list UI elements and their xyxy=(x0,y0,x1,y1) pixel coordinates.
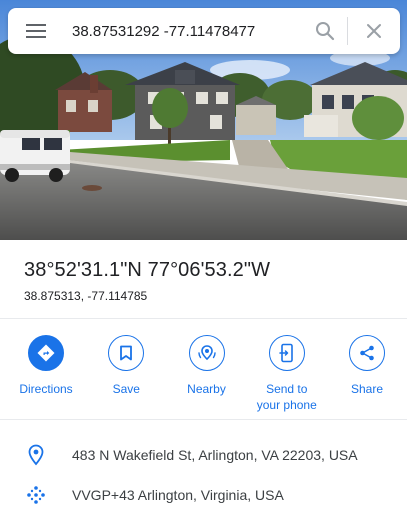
nearby-label: Nearby xyxy=(187,382,226,396)
coordinates-decimal: 38.875313, -77.114785 xyxy=(24,289,148,303)
plus-code-icon xyxy=(27,486,45,504)
share-icon xyxy=(360,345,374,361)
nearby-button[interactable]: Nearby xyxy=(173,335,241,413)
directions-label: Directions xyxy=(19,382,73,396)
directions-button[interactable]: Directions xyxy=(12,335,80,413)
place-header: 38°52'31.1"N 77°06'53.2"W 38.875313, -77… xyxy=(24,256,391,304)
hamburger-menu-icon xyxy=(26,24,46,38)
plus-code-text: VVGP+43 Arlington, Virginia, USA xyxy=(72,487,284,503)
send-to-phone-button[interactable]: Send to your phone xyxy=(253,335,321,413)
search-bar xyxy=(8,8,400,54)
search-input[interactable] xyxy=(64,8,303,54)
search-button[interactable] xyxy=(303,8,347,54)
divider-bottom xyxy=(0,419,407,420)
share-button[interactable]: Share xyxy=(333,335,401,413)
nearby-icon xyxy=(197,345,216,361)
send-to-phone-label: Send to your phone xyxy=(256,382,317,412)
address-text: 483 N Wakefield St, Arlington, VA 22203,… xyxy=(72,447,358,463)
address-row[interactable]: 483 N Wakefield St, Arlington, VA 22203,… xyxy=(0,435,407,475)
bookmark-icon xyxy=(120,345,133,361)
plus-code-row[interactable]: VVGP+43 Arlington, Virginia, USA xyxy=(0,475,407,515)
divider-top xyxy=(0,318,407,319)
menu-button[interactable] xyxy=(8,8,64,54)
search-icon xyxy=(316,22,335,41)
action-bar: Directions Save Nearby Send to your phon… xyxy=(0,335,407,413)
clear-search-button[interactable] xyxy=(348,8,400,54)
coordinates-dms: 38°52'31.1"N 77°06'53.2"W xyxy=(24,259,271,281)
directions-icon xyxy=(37,344,55,362)
close-icon xyxy=(367,24,381,38)
save-label: Save xyxy=(112,382,140,396)
save-button[interactable]: Save xyxy=(92,335,160,413)
send-to-phone-icon xyxy=(279,343,293,363)
share-label: Share xyxy=(350,382,384,396)
location-pin-icon xyxy=(28,444,44,466)
